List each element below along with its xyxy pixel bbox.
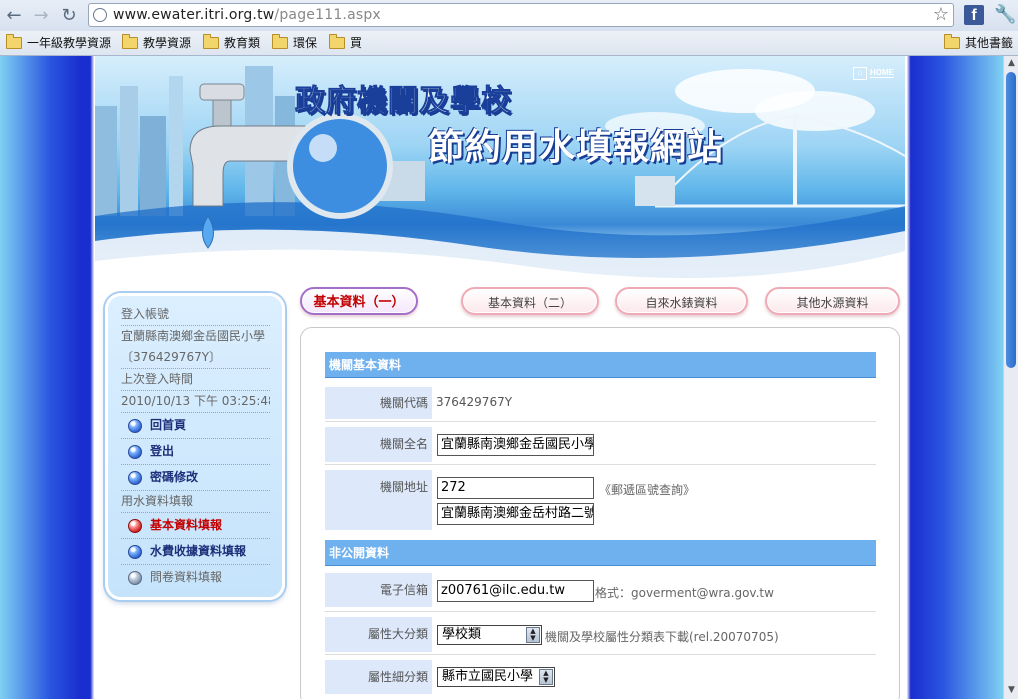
banner-title-line1: 政府機關及學校: [295, 84, 512, 120]
vertical-scrollbar[interactable]: ▲ ▼: [1003, 56, 1018, 699]
folder-icon: [944, 34, 960, 49]
folder-icon: [122, 34, 138, 49]
bullet-icon: [128, 444, 142, 459]
zip-code-input[interactable]: 272: [437, 477, 594, 499]
tab-basic-data-1[interactable]: 基本資料（一）: [300, 287, 418, 315]
row-divider: [325, 421, 876, 422]
tab-water-meter[interactable]: 自來水錶資料: [615, 287, 748, 315]
home-link[interactable]: ⌂ HOME: [853, 66, 894, 80]
user-sidebar: 登入帳號 宜蘭縣南澳鄉金岳國民小學 〔376429767Y〕 上次登入時間 20…: [105, 293, 285, 600]
form-panel: 機關基本資料 機關代碼 376429767Y 機關全名 宜蘭縣南澳鄉金岳國民小學…: [300, 327, 900, 699]
last-login-label: 上次登入時間: [121, 369, 270, 391]
bookmark-folder[interactable]: 教育類: [203, 34, 260, 52]
section-non-public: 非公開資料: [325, 540, 876, 566]
select-arrows-icon: ▲ ▼: [526, 627, 540, 643]
last-login-time: 2010/10/13 下午 03:25:48: [121, 391, 270, 413]
basic-data-report-link[interactable]: 基本資料填報: [121, 513, 270, 539]
address-label: 機關地址: [325, 470, 432, 530]
browser-toolbar: ← → ↻ www.ewater.itri.org.tw/page111.asp…: [0, 0, 1018, 32]
bookmark-star-icon[interactable]: ☆: [933, 4, 949, 25]
section-org-basic: 機關基本資料: [325, 352, 876, 378]
scroll-up-icon[interactable]: ▲: [1006, 58, 1017, 70]
reload-icon[interactable]: ↻: [58, 5, 80, 27]
folder-icon: [329, 34, 345, 49]
row-divider: [325, 654, 876, 655]
email-input[interactable]: z00761@ilc.edu.tw: [437, 580, 594, 602]
forward-arrow-icon[interactable]: →: [30, 5, 52, 27]
page-icon: [93, 8, 107, 22]
folder-icon: [203, 34, 219, 49]
bullet-icon: [128, 470, 142, 485]
org-code-value: 376429767Y: [436, 395, 513, 409]
url-text: www.ewater.itri.org.tw/page111.aspx: [113, 7, 381, 23]
home-page-link[interactable]: 回首頁: [121, 413, 270, 439]
home-icon: ⌂: [853, 66, 867, 80]
wrench-icon[interactable]: 🔧: [994, 4, 1016, 25]
login-account-label: 登入帳號: [121, 304, 270, 326]
bookmark-folder[interactable]: 一年級教學資源: [6, 34, 111, 52]
subcategory-label: 屬性細分類: [325, 660, 432, 694]
row-divider: [325, 611, 876, 612]
banner-title-line2: 節約用水填報網站: [428, 127, 725, 168]
org-code-label: 機關代碼: [325, 387, 432, 419]
org-fullname-input[interactable]: 宜蘭縣南澳鄉金岳國民小學: [437, 434, 594, 456]
category-select[interactable]: 學校類 ▲ ▼: [437, 625, 542, 645]
zip-lookup-link[interactable]: 《郵遞區號查詢》: [599, 481, 695, 498]
site-banner: 政府機關及學校 節約用水填報網站 ⌂ HOME: [95, 56, 905, 281]
page-viewport: 政府機關及學校 節約用水填報網站 ⌂ HOME 登入帳號 宜蘭縣南澳鄉金岳國民小…: [0, 56, 1003, 699]
address-input[interactable]: 宜蘭縣南澳鄉金岳村路二號: [437, 503, 594, 525]
subcategory-select[interactable]: 縣市立國民小學 ▲ ▼: [437, 667, 555, 687]
bookmark-folder[interactable]: 買: [329, 34, 362, 52]
report-section-label: 用水資料填報: [121, 491, 270, 513]
folder-icon: [6, 34, 22, 49]
category-label: 屬性大分類: [325, 617, 432, 652]
scroll-down-icon[interactable]: ▼: [1006, 685, 1017, 697]
bookmark-folder[interactable]: 教學資源: [122, 34, 191, 52]
bullet-icon: [128, 544, 142, 559]
water-bill-report-link[interactable]: 水費收據資料填報: [121, 539, 270, 565]
bullet-active-icon: [128, 518, 142, 533]
folder-icon: [272, 34, 288, 49]
site-container: 政府機關及學校 節約用水填報網站 ⌂ HOME 登入帳號 宜蘭縣南澳鄉金岳國民小…: [95, 56, 905, 699]
bullet-icon: [128, 418, 142, 433]
category-download-link[interactable]: 機關及學校屬性分類表下載(rel.20070705): [545, 628, 779, 645]
tab-basic-data-2[interactable]: 基本資料（二）: [461, 287, 599, 315]
questionnaire-report-link[interactable]: 問卷資料填報: [121, 565, 270, 590]
bookmarks-bar: 一年級教學資源 教學資源 教育類 環保 買 其他書籤: [0, 31, 1018, 56]
facebook-icon[interactable]: f: [964, 5, 984, 25]
select-arrows-icon: ▲ ▼: [539, 669, 553, 685]
email-format-hint: 格式：goverment@wra.gov.tw: [595, 586, 774, 600]
org-name: 宜蘭縣南澳鄉金岳國民小學: [121, 329, 266, 343]
scroll-thumb[interactable]: [1006, 72, 1016, 368]
back-arrow-icon[interactable]: ←: [3, 5, 25, 27]
logout-link[interactable]: 登出: [121, 439, 270, 465]
address-bar[interactable]: www.ewater.itri.org.tw/page111.aspx ☆: [88, 3, 954, 27]
bookmark-folder[interactable]: 環保: [272, 34, 317, 52]
email-label: 電子信箱: [325, 573, 432, 607]
tab-other-water-source[interactable]: 其他水源資料: [765, 287, 900, 315]
change-password-link[interactable]: 密碼修改: [121, 465, 270, 491]
org-code: 〔376429767Y〕: [121, 347, 270, 369]
bullet-disabled-icon: [128, 570, 142, 585]
other-bookmarks[interactable]: 其他書籤: [944, 34, 1013, 52]
org-fullname-label: 機關全名: [325, 427, 432, 462]
row-divider: [325, 464, 876, 465]
